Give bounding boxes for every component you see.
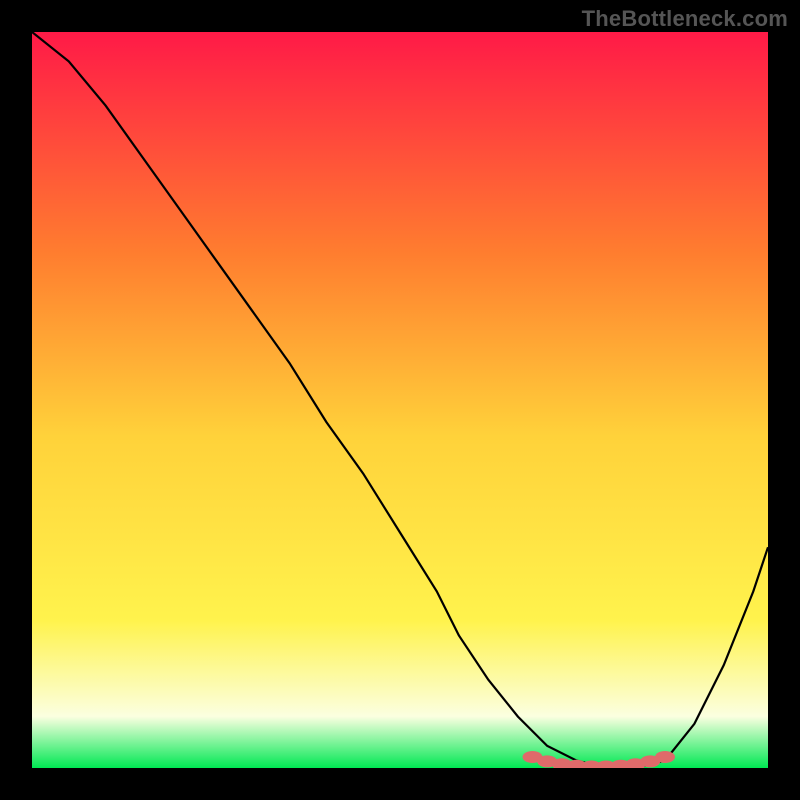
chart-svg [32, 32, 768, 768]
watermark-text: TheBottleneck.com [582, 6, 788, 32]
gradient-background [32, 32, 768, 768]
chart-frame: TheBottleneck.com [0, 0, 800, 800]
plot-area [32, 32, 768, 768]
optimal-marker [655, 751, 675, 763]
